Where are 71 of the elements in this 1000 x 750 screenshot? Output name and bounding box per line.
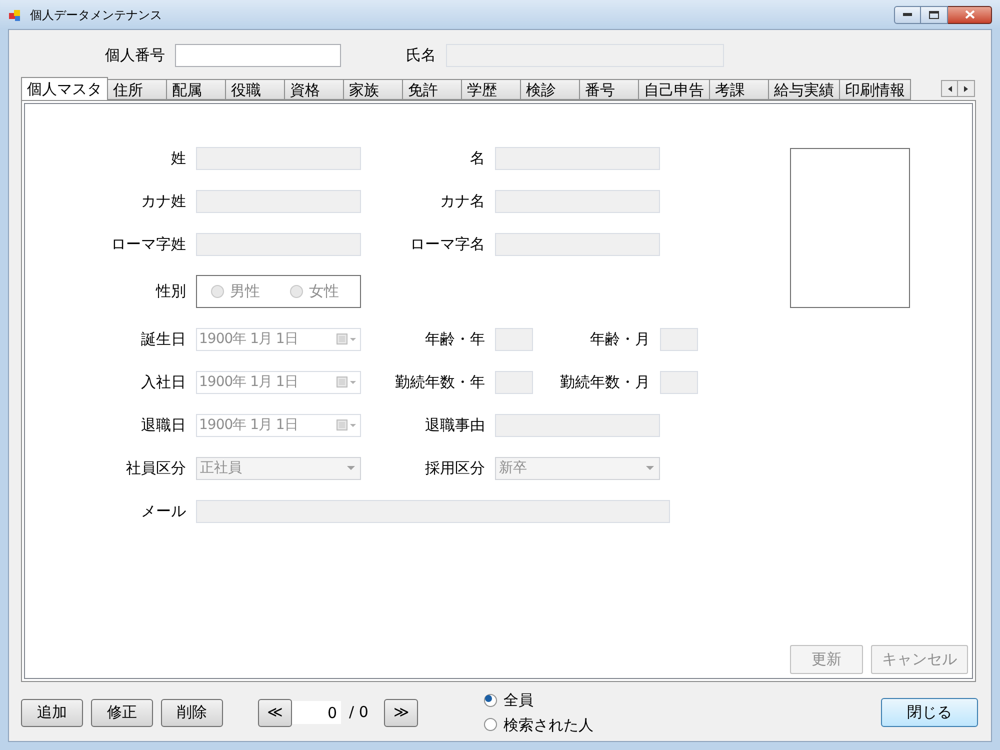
scroll-right-button[interactable] — [958, 80, 975, 97]
tab[interactable]: 学歴 — [461, 79, 521, 100]
field-label: 個人番号 — [105, 44, 165, 66]
field-label: カナ名 — [440, 190, 485, 212]
field-label: 退職事由 — [425, 414, 485, 436]
date-value: 1900年 1月 1日 — [199, 416, 298, 434]
tab[interactable]: 配属 — [166, 79, 226, 100]
tab[interactable]: 家族 — [343, 79, 403, 100]
tab[interactable]: 考課 — [709, 79, 769, 100]
close-icon — [964, 10, 974, 19]
field-label: 退職日 — [141, 414, 186, 436]
radio-label: 検索された人 — [503, 714, 594, 736]
tab[interactable]: 自己申告 — [638, 79, 710, 100]
field-label: 採用区分 — [425, 458, 485, 479]
next-button[interactable]: ≫ — [384, 698, 418, 726]
date-value: 1900年 1月 1日 — [199, 372, 298, 392]
field-label: 誕生日 — [141, 328, 186, 350]
radio-label: 全員 — [503, 690, 534, 711]
field-label: 勤続年数・月 — [560, 372, 650, 393]
radio-label: 男性 — [230, 281, 260, 302]
radio-button[interactable] — [484, 718, 498, 732]
radio-label: 女性 — [309, 281, 339, 302]
left-arrow-icon — [948, 86, 952, 92]
caret-icon — [646, 466, 654, 470]
scroll-left-button[interactable] — [941, 80, 958, 97]
calendar-dropdown-icon — [336, 333, 358, 345]
field-label: メール — [141, 500, 186, 522]
close-button[interactable] — [948, 6, 992, 24]
radio-button[interactable] — [484, 694, 498, 707]
page-field[interactable]: 0 — [292, 701, 341, 724]
maximize-icon — [929, 10, 939, 18]
tab[interactable]: 検診 — [520, 79, 580, 100]
action-button[interactable]: 追加 — [21, 698, 83, 726]
close-dialog-button[interactable]: 閉じる — [881, 698, 978, 727]
calendar-dropdown-icon — [336, 376, 358, 388]
dropdown-value: 正社員 — [200, 458, 242, 478]
tab[interactable]: 個人マスタ — [21, 77, 108, 100]
field-label: 年齢・月 — [590, 328, 650, 350]
field-label: 年齢・年 — [425, 328, 485, 350]
calendar-dropdown-icon — [336, 419, 358, 431]
tab[interactable]: 給与実績 — [768, 79, 840, 100]
maximize-button[interactable] — [921, 6, 948, 24]
tab[interactable]: 免許 — [402, 79, 462, 100]
dropdown-value: 新卒 — [499, 458, 527, 478]
tab[interactable]: 印刷情報 — [839, 79, 911, 100]
field-label: 名 — [470, 148, 485, 169]
app-icon — [8, 8, 22, 22]
date-value: 1900年 1月 1日 — [199, 330, 298, 348]
field-label: 社員区分 — [126, 458, 186, 479]
field-label: 姓 — [171, 148, 186, 169]
previous-button[interactable]: ≪ — [258, 698, 292, 726]
tab[interactable]: 住所 — [107, 79, 167, 100]
action-button[interactable]: 削除 — [161, 698, 223, 726]
field-label: 氏名 — [406, 44, 436, 66]
field-label: 入社日 — [141, 372, 186, 393]
field-label: カナ姓 — [141, 190, 186, 212]
field-label: 性別 — [156, 281, 186, 302]
page-total: / 0 — [349, 702, 368, 724]
field-label: ローマ字姓 — [111, 234, 186, 255]
tab[interactable]: 役職 — [225, 79, 285, 100]
employee-number-field[interactable] — [175, 44, 341, 66]
caret-icon — [347, 466, 355, 470]
tab[interactable]: 資格 — [284, 79, 344, 100]
minimize-icon — [903, 13, 912, 16]
minimize-button[interactable] — [894, 6, 921, 24]
window-title: 個人データメンテナンス — [30, 6, 162, 24]
field-label: 勤続年数・年 — [395, 372, 485, 393]
right-arrow-icon — [964, 86, 968, 92]
field-label: ローマ字名 — [410, 234, 485, 255]
action-button[interactable]: 修正 — [91, 698, 153, 726]
tab[interactable]: 番号 — [579, 79, 639, 100]
